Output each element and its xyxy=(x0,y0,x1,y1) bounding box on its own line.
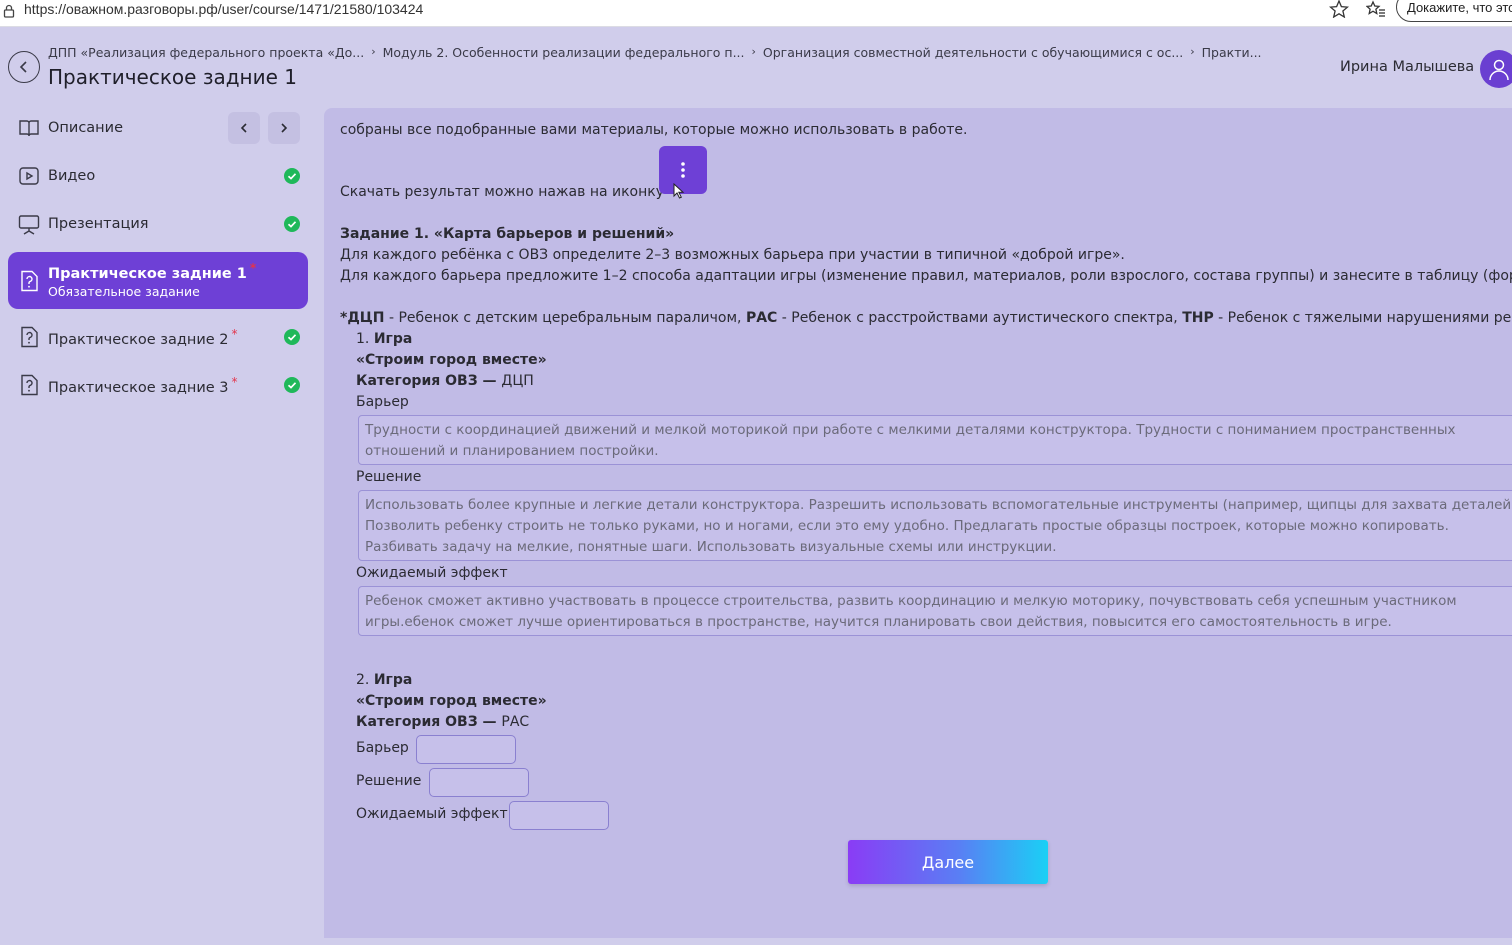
sidebar-item-label: Практическое задние 2 xyxy=(48,331,229,348)
sidebar-item-label: Описание xyxy=(48,120,123,136)
mouse-cursor-icon xyxy=(673,183,685,199)
legend-abbr: РАС xyxy=(745,310,778,326)
sidebar-item-presentation[interactable]: Презентация xyxy=(8,201,308,247)
task-line-2: Для каждого барьера предложите 1–2 спосо… xyxy=(340,268,1512,284)
solution-label: Решение xyxy=(356,469,422,485)
breadcrumb-item[interactable]: Модуль 2. Особенности реализации федерал… xyxy=(383,45,745,60)
bookmark-star-icon[interactable] xyxy=(1329,0,1349,18)
game-2-heading: 2. Игра xyxy=(356,670,412,691)
presentation-icon xyxy=(18,215,40,235)
browser-toolbar: https://оважном.разговоры.рф/user/course… xyxy=(0,0,1512,27)
address-bar[interactable]: https://оважном.разговоры.рф/user/course… xyxy=(24,1,423,17)
task-title: Задание 1. «Карта барьеров и решений» xyxy=(340,226,675,242)
game-label: Игра xyxy=(373,331,413,347)
category-value: РАС xyxy=(501,714,530,730)
sidebar-item-task-3[interactable]: Практическое задние 3 * xyxy=(8,362,308,408)
check-circle-icon xyxy=(284,216,300,232)
kebab-menu-icon xyxy=(681,162,685,178)
game-label: Игра xyxy=(373,672,413,688)
sidebar-item-label: Практическое задние 1 xyxy=(48,265,247,282)
chevron-right-icon: › xyxy=(751,45,756,58)
sidebar-item-label: Презентация xyxy=(48,216,149,232)
legend-text: - Ребенок с расстройствами аутистическог… xyxy=(777,310,1183,326)
avatar[interactable] xyxy=(1480,50,1512,88)
game-2-category: Категория ОВЗ — РАС xyxy=(356,712,529,733)
next-arrow-button[interactable] xyxy=(268,112,300,144)
back-button[interactable] xyxy=(8,51,40,83)
check-circle-icon xyxy=(284,329,300,345)
barrier-input[interactable] xyxy=(416,735,516,764)
sidebar-item-label: Практическое задние 3 xyxy=(48,379,229,396)
chevron-left-icon xyxy=(19,61,27,73)
breadcrumb-item[interactable]: Практи... xyxy=(1202,45,1262,60)
barrier-field[interactable]: Трудности с координацией движений и мелк… xyxy=(358,415,1512,465)
task-line-1: Для каждого ребёнка с ОВЗ определите 2–3… xyxy=(340,247,1125,263)
chevron-left-icon xyxy=(240,123,247,133)
sidebar-item-video[interactable]: Видео xyxy=(8,153,308,199)
category-value: ДЦП xyxy=(501,373,534,389)
page-title: Практическое задние 1 xyxy=(48,65,297,89)
favorites-icon[interactable] xyxy=(1366,0,1386,18)
legend-abbr: ТНР xyxy=(1182,310,1214,326)
effect-label: Ожидаемый эффект xyxy=(356,565,508,581)
required-mark: * xyxy=(249,261,257,275)
effect-label: Ожидаемый эффект xyxy=(356,806,508,822)
chevron-right-icon: › xyxy=(371,45,376,58)
check-circle-icon xyxy=(284,377,300,393)
task-content: собраны все подобранные вами материалы, … xyxy=(324,108,1512,938)
breadcrumb-item[interactable]: Организация совместной деятельности с об… xyxy=(763,45,1183,60)
chevron-right-icon xyxy=(281,123,288,133)
breadcrumb-item[interactable]: ДПП «Реализация федерального проекта «До… xyxy=(48,45,364,60)
solution-field[interactable]: Использовать более крупные и легкие дета… xyxy=(358,490,1512,561)
required-mark: * xyxy=(231,326,238,341)
legend-text: - Ребенок с детским церебральным паралич… xyxy=(384,310,746,326)
breadcrumb: ДПП «Реализация федерального проекта «До… xyxy=(48,45,1262,60)
question-icon xyxy=(21,326,38,348)
game-2-name: «Строим город вместе» xyxy=(356,693,547,709)
legend-abbr: *ДЦП xyxy=(340,310,385,326)
required-mark: * xyxy=(231,374,238,389)
solution-input[interactable] xyxy=(429,768,529,797)
category-label: Категория ОВЗ — xyxy=(356,373,502,389)
captcha-chip[interactable]: Докажите, что это вы xyxy=(1396,0,1512,22)
abbreviation-legend: *ДЦП - Ребенок с детским церебральным па… xyxy=(340,308,1512,329)
check-circle-icon xyxy=(284,168,300,184)
barrier-label: Барьер xyxy=(356,394,409,410)
question-icon xyxy=(21,374,38,396)
sidebar-item-task-2[interactable]: Практическое задние 2 * xyxy=(8,314,308,360)
sidebar-item-description[interactable]: Описание xyxy=(8,105,308,151)
next-button[interactable]: Далее xyxy=(848,840,1048,884)
sidebar-item-task-1[interactable]: Практическое задние 1 * Обязательное зада… xyxy=(8,252,308,309)
intro-text: собраны все подобранные вами материалы, … xyxy=(340,122,968,138)
solution-label: Решение xyxy=(356,773,422,789)
effect-input[interactable] xyxy=(509,801,609,830)
category-label: Категория ОВЗ — xyxy=(356,714,502,730)
book-icon xyxy=(19,120,39,137)
game-number: 1. xyxy=(356,331,374,347)
question-icon xyxy=(21,270,38,291)
sidebar-item-label: Видео xyxy=(48,168,96,184)
prev-button[interactable] xyxy=(228,112,260,144)
video-icon xyxy=(19,167,39,185)
game-1-category: Категория ОВЗ — ДЦП xyxy=(356,371,534,392)
download-text: Скачать результат можно нажав на иконку xyxy=(340,184,665,200)
effect-field[interactable]: Ребенок сможет активно участвовать в про… xyxy=(358,586,1512,636)
legend-text: - Ребенок с тяжелыми нарушениями речи xyxy=(1213,310,1512,326)
lock-icon xyxy=(3,4,15,18)
user-icon xyxy=(1489,59,1509,81)
game-1-name: «Строим город вместе» xyxy=(356,352,547,368)
sidebar-item-sublabel: Обязательное задание xyxy=(48,284,200,299)
game-number: 2. xyxy=(356,672,374,688)
game-1-heading: 1. Игра xyxy=(356,329,412,350)
chevron-right-icon: › xyxy=(1190,45,1195,58)
barrier-label: Барьер xyxy=(356,740,409,756)
user-name[interactable]: Ирина Малышева xyxy=(1340,59,1474,75)
